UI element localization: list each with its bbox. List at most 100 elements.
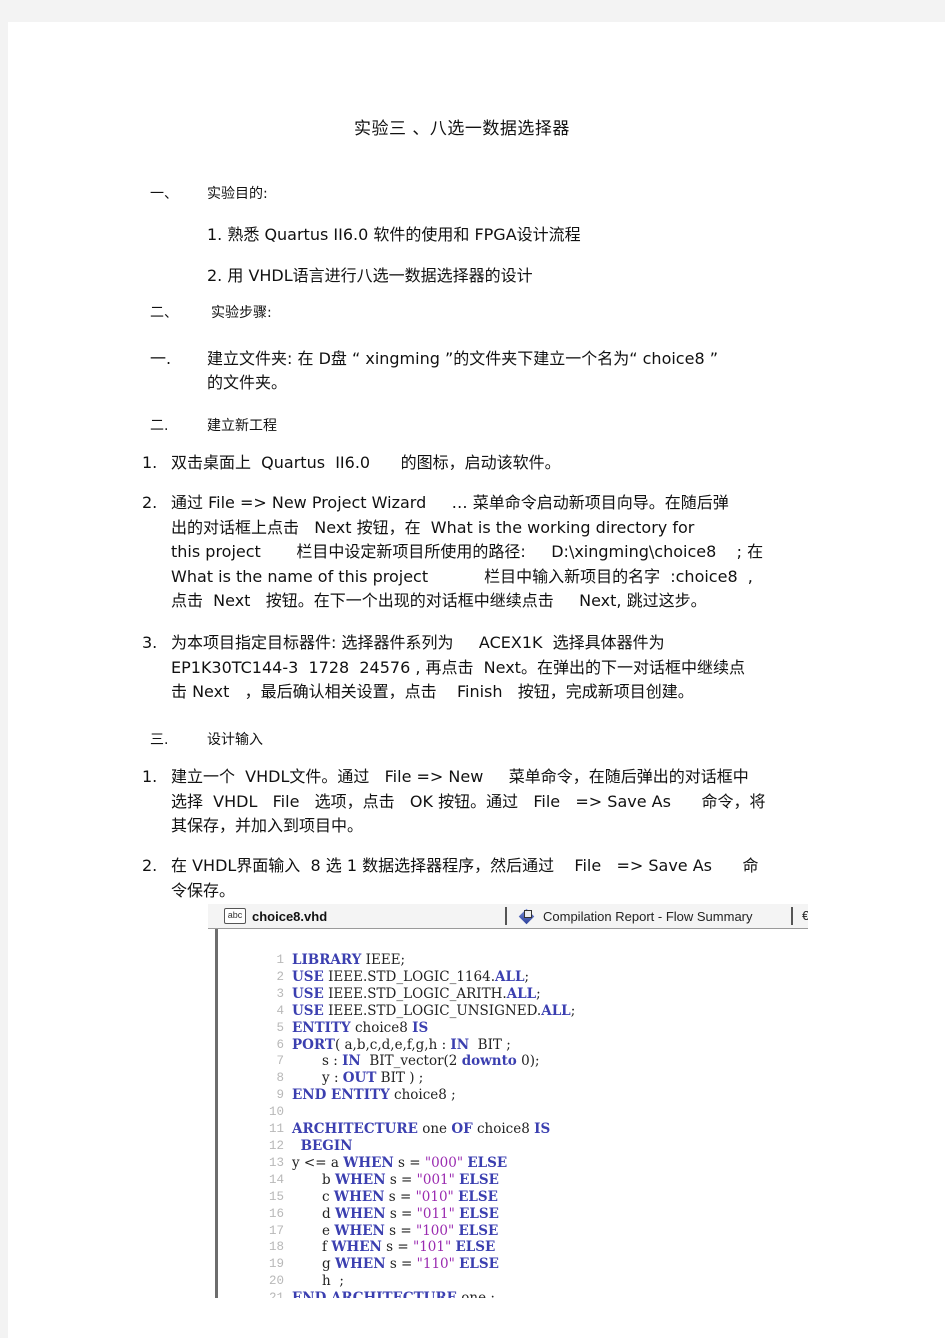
code-text: IEEE.STD_LOGIC_1164. <box>323 968 495 985</box>
code-text: ; <box>524 968 530 985</box>
section-heading: 实验步骤: <box>211 305 272 321</box>
code-text: BIT ; <box>469 1036 511 1053</box>
code-string: "100" <box>416 1222 455 1239</box>
code-text: choice8 ; <box>389 1087 456 1104</box>
code-keyword: BEGIN <box>300 1137 353 1154</box>
code-keyword: ALL <box>495 968 525 985</box>
code-text: f <box>292 1239 332 1256</box>
code-string: "101" <box>413 1239 452 1256</box>
code-area[interactable]: 1 LIBRARY IEEE; 2 USE IEEE.STD_LOGIC_1164. A… <box>248 952 575 1298</box>
code-text: e <box>292 1222 335 1239</box>
list-line: 建立一个 VHDL文件。通过 File => New 菜单命令，在随后弹出的对话… <box>171 767 749 786</box>
tab-choice8-vhd[interactable]: abc choice8.vhd <box>224 908 327 924</box>
code-keyword: downto <box>461 1053 517 1070</box>
line-number: 10 <box>268 1105 284 1120</box>
code-text: choice8 <box>350 1019 413 1036</box>
list-line: this project 栏目中设定新项目所使用的路径: D:\xingming… <box>171 542 764 561</box>
code-line: 8 y : OUT BIT ) ; <box>248 1070 575 1087</box>
section-marker: 一、 <box>150 186 178 202</box>
code-line: 9 END ENTITY choice8 ; <box>248 1087 575 1104</box>
code-text: IEEE.STD_LOGIC_UNSIGNED. <box>323 1002 542 1019</box>
step-marker: 二. <box>150 418 169 434</box>
code-text: one ; <box>457 1290 495 1298</box>
list-number: 2. <box>142 856 158 875</box>
code-string: "000" <box>424 1154 464 1171</box>
report-icon <box>519 908 535 924</box>
line-number: 9 <box>276 1088 284 1103</box>
code-text: s : <box>292 1053 343 1070</box>
code-text: 0); <box>516 1053 540 1070</box>
code-text: b <box>292 1171 335 1188</box>
line-number: 5 <box>276 1020 284 1035</box>
code-line: 19 g WHEN s = "110" ELSE <box>248 1256 575 1273</box>
code-keyword: WHEN <box>334 1222 385 1239</box>
objective-item: 1. 熟悉 Quartus II6.0 软件的使用和 FPGA设计流程 <box>207 225 581 244</box>
code-keyword: USE <box>292 985 324 1002</box>
code-text: s = <box>385 1171 417 1188</box>
line-number: 1 <box>276 953 284 967</box>
code-keyword: USE <box>292 968 324 985</box>
code-text: s = <box>385 1205 417 1222</box>
list-item: 2. 通过 File => New Project Wizard … 菜单命令启… <box>142 491 812 614</box>
code-keyword: WHEN <box>331 1239 382 1256</box>
code-line: 16 d WHEN s = "011" ELSE <box>248 1206 575 1223</box>
code-keyword: IN <box>450 1036 470 1053</box>
code-text: y : <box>292 1070 343 1087</box>
list-line: 击 Next ，最后确认相关设置，点击 Finish 按钮，完成新项目创建。 <box>171 682 694 701</box>
code-text: ( a,b,c,d,e,f,g,h : <box>334 1036 451 1053</box>
code-text: choice8 <box>472 1121 535 1138</box>
code-line: 6 PORT( a,b,c,d,e,f,g,h : IN BIT ; <box>248 1037 575 1054</box>
code-string: "011" <box>416 1205 455 1222</box>
tab-compilation-report[interactable]: Compilation Report - Flow Summary <box>519 908 753 924</box>
code-keyword: END ARCHITECTURE <box>292 1290 457 1298</box>
tab-overflow[interactable]: € <box>802 908 808 923</box>
code-keyword: ALL <box>506 985 537 1002</box>
code-keyword: USE <box>292 1002 324 1019</box>
list-line: 出的对话框上点击 Next 按钮，在 What is the working d… <box>171 517 695 537</box>
code-line: 5 ENTITY choice8 IS <box>248 1020 575 1037</box>
line-number: 19 <box>268 1257 284 1272</box>
step-heading-continuation: 的文件夹。 <box>207 373 288 392</box>
list-number: 1. <box>142 767 158 786</box>
editor-screenshot: abc choice8.vhd Compilation Report - Flo… <box>208 904 808 1298</box>
list-line: 其保存，并加入到项目中。 <box>171 816 364 835</box>
code-keyword: ELSE <box>455 1239 496 1256</box>
code-line: 15 c WHEN s = "010" ELSE <box>248 1189 575 1206</box>
code-line: 4 USE IEEE.STD_LOGIC_UNSIGNED. ALL; <box>248 1003 575 1020</box>
code-keyword: ELSE <box>467 1154 508 1171</box>
code-line: 13 y <= a WHEN s = "000" ELSE <box>248 1155 575 1172</box>
line-number: 13 <box>268 1155 284 1170</box>
code-text: s = <box>381 1239 413 1256</box>
step-marker: 三. <box>150 732 169 748</box>
code-line: 2 USE IEEE.STD_LOGIC_1164. ALL; <box>248 969 575 986</box>
code-line: 14 b WHEN s = "001" ELSE <box>248 1172 575 1189</box>
editor-tab-bar: abc choice8.vhd Compilation Report - Flo… <box>208 904 808 929</box>
code-keyword: WHEN <box>343 1154 394 1171</box>
code-line: 3 USE IEEE.STD_LOGIC_ARITH. ALL; <box>248 986 575 1003</box>
list-number: 1. <box>142 453 158 472</box>
code-line: 21END ARCHITECTURE one ; <box>248 1290 575 1298</box>
list-number: 2. <box>142 493 158 512</box>
list-item: 1. 双击桌面上 Quartus II6.0 的图标，启动该软件。 <box>142 451 812 476</box>
code-line: 18 f WHEN s = "101" ELSE <box>248 1239 575 1256</box>
code-text: y <= a <box>292 1154 344 1171</box>
code-keyword: OUT <box>342 1070 377 1087</box>
list-line: 通过 File => New Project Wizard … 菜单命令启动新项… <box>171 493 729 512</box>
objective-item: 2. 用 VHDL语言进行八选一数据选择器的设计 <box>207 266 533 285</box>
code-keyword: ARCHITECTURE <box>292 1121 418 1138</box>
code-keyword: WHEN <box>333 1188 385 1205</box>
code-text: IEEE.STD_LOGIC_ARITH. <box>323 985 507 1002</box>
code-keyword: ELSE <box>459 1256 499 1273</box>
code-string: "110" <box>416 1256 455 1273</box>
code-string: "010" <box>415 1188 454 1205</box>
code-keyword: ALL <box>541 1002 571 1019</box>
line-number: 6 <box>276 1037 284 1052</box>
line-number: 21 <box>248 1290 292 1298</box>
list-line: 为本项目指定目标器件: 选择器件系列为 ACEX1K 选择具体器件为 <box>171 633 665 652</box>
editor-left-border <box>215 929 218 1298</box>
code-keyword: ELSE <box>459 1205 499 1222</box>
tab-separator <box>791 907 793 925</box>
list-line: 点击 Next 按钮。在下一个出现的对话框中继续点击 Next, 跳过这步。 <box>171 591 707 610</box>
line-number: 8 <box>276 1071 284 1086</box>
